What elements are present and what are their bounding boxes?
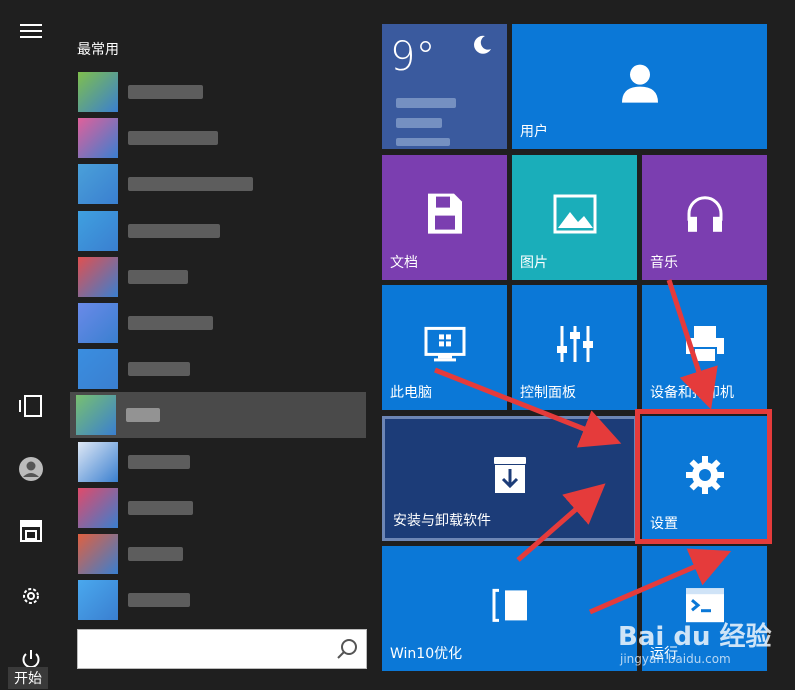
app-icon <box>78 210 118 251</box>
settings-gear-icon[interactable] <box>10 575 52 617</box>
app-name-blurred <box>128 593 190 608</box>
devices-printers-tile-label: 设备和打印机 <box>650 385 734 401</box>
app-list-item[interactable] <box>72 161 368 207</box>
app-icon <box>78 487 118 528</box>
install-uninstall-tile-label: 安装与卸载软件 <box>393 513 491 529</box>
save-document-icon <box>427 193 462 234</box>
app-name-blurred <box>128 269 188 284</box>
documents-tile[interactable]: 文档 <box>382 155 507 280</box>
sliders-icon <box>556 325 593 362</box>
users-tile-label: 用户 <box>520 124 548 140</box>
user-account-icon[interactable] <box>10 448 52 490</box>
tablet-mode-icon[interactable] <box>10 385 52 427</box>
person-icon <box>621 64 658 103</box>
baidu-watermark: Bai du 经验 jingyan.baidu.com <box>618 616 788 676</box>
app-icon <box>78 303 118 343</box>
control-panel-tile[interactable]: 控制面板 <box>512 285 637 410</box>
search-icon[interactable] <box>334 636 360 662</box>
monitor-icon <box>424 326 465 361</box>
documents-tile-label: 文档 <box>390 255 418 271</box>
watermark-title: Bai du 经验 <box>618 622 772 652</box>
music-tile-label: 音乐 <box>650 255 678 271</box>
app-list: 最常用 <box>62 0 368 690</box>
app-icon <box>78 580 118 621</box>
moon-icon <box>474 35 491 54</box>
app-list-item[interactable] <box>72 115 368 161</box>
devices-printers-tile[interactable]: 设备和打印机 <box>642 285 767 410</box>
app-icon <box>78 349 118 390</box>
app-list-item[interactable] <box>72 254 368 300</box>
app-icon <box>78 164 118 205</box>
left-rail <box>0 0 62 690</box>
bracket-icon <box>492 588 527 622</box>
app-name-blurred <box>128 316 213 330</box>
most-used-title: 最常用 <box>77 42 119 58</box>
app-name-blurred <box>128 85 203 99</box>
app-name-blurred <box>126 408 160 423</box>
app-icon <box>78 441 118 482</box>
app-list-item[interactable] <box>72 208 368 254</box>
win10-optimize-tile[interactable]: Win10优化 <box>382 546 637 671</box>
control-panel-tile-label: 控制面板 <box>520 385 576 401</box>
pictures-tile-label: 图片 <box>520 255 548 271</box>
app-name-blurred <box>128 131 218 146</box>
app-list-item[interactable] <box>70 392 366 439</box>
app-icon <box>78 256 118 297</box>
start-button-label[interactable]: 开始 <box>8 667 48 689</box>
app-icon <box>78 118 118 159</box>
this-pc-tile[interactable]: 此电脑 <box>382 285 507 410</box>
documents-icon[interactable] <box>10 510 52 552</box>
app-list-item[interactable] <box>72 300 368 346</box>
app-list-item[interactable] <box>72 346 368 392</box>
users-tile[interactable]: 用户 <box>512 24 767 149</box>
weather-temperature: 9° <box>390 34 436 80</box>
app-name-blurred <box>128 362 190 377</box>
app-list-item[interactable] <box>72 439 368 485</box>
app-name-blurred <box>128 223 220 238</box>
watermark-url: jingyan.baidu.com <box>620 652 731 666</box>
install-box-icon <box>493 456 526 493</box>
weather-detail-blurred <box>396 118 442 128</box>
printer-icon <box>685 325 724 363</box>
pictures-tile[interactable]: 图片 <box>512 155 637 280</box>
music-tile[interactable]: 音乐 <box>642 155 767 280</box>
picture-icon <box>553 194 596 233</box>
app-list-item[interactable] <box>72 69 368 115</box>
app-name-blurred <box>128 177 253 192</box>
app-list-item[interactable] <box>72 531 368 577</box>
app-icon <box>78 534 118 574</box>
app-list-item[interactable] <box>72 485 368 531</box>
app-name-blurred <box>128 500 193 515</box>
win10-optimize-tile-label: Win10优化 <box>390 646 463 662</box>
search-input[interactable] <box>77 629 367 669</box>
app-name-blurred <box>128 454 190 469</box>
install-uninstall-tile[interactable]: 安装与卸载软件 <box>382 416 637 541</box>
weather-detail-blurred <box>396 138 450 146</box>
weather-tile[interactable]: 9° <box>382 24 507 149</box>
weather-detail-blurred <box>396 98 456 108</box>
headphones-icon <box>687 195 722 232</box>
settings-highlight-box <box>635 409 772 544</box>
app-name-blurred <box>128 547 183 561</box>
this-pc-tile-label: 此电脑 <box>390 385 432 401</box>
app-list-item[interactable] <box>72 577 368 623</box>
app-icon <box>76 395 116 436</box>
app-icon <box>78 72 118 112</box>
hamburger-icon[interactable] <box>10 10 52 52</box>
